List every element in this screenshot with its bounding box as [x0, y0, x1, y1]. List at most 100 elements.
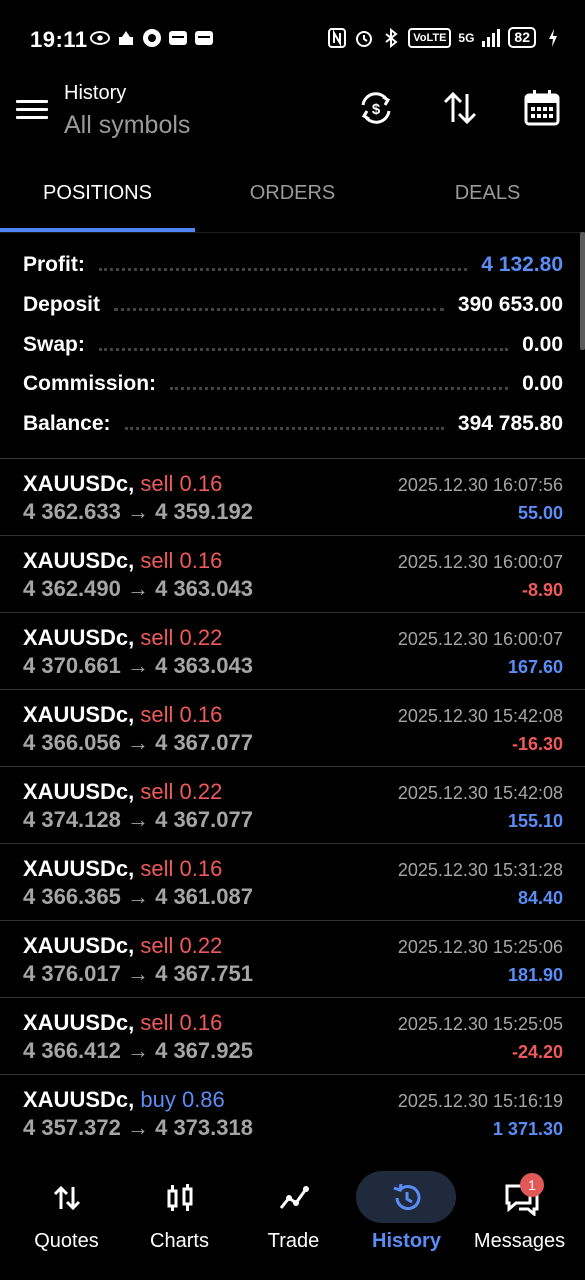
- positions-list: XAUUSDc, sell 0.16 4 362.633 → 4 359.192…: [0, 459, 585, 1151]
- notification-icons: [90, 28, 214, 48]
- quotes-arrows-icon: [51, 1182, 83, 1214]
- deal-profit: 84.40: [517, 888, 563, 908]
- balance-value: 394 785.80: [457, 412, 563, 435]
- menu-button[interactable]: [16, 96, 48, 124]
- symbol-text: XAUUSDc,: [23, 625, 135, 650]
- tab-positions[interactable]: POSITIONS: [0, 182, 195, 205]
- swap-label: Swap:: [23, 333, 85, 356]
- deal-symbol: XAUUSDc, sell 0.16: [23, 548, 222, 574]
- bottom-navigation: Quotes Charts Trade History Messages: [0, 1160, 585, 1280]
- messages-badge: 1: [520, 1173, 544, 1197]
- dot-leader: [98, 260, 468, 271]
- deal-prices: 4 370.661 → 4 363.043: [23, 653, 253, 678]
- deposit-label: Deposit: [23, 293, 101, 316]
- chat-app-icon: [142, 28, 162, 48]
- system-icons: VoLTE 5G 82: [327, 27, 563, 48]
- status-time: 19:11: [30, 27, 88, 52]
- deal-time: 2025.12.30 15:25:06: [397, 937, 563, 957]
- eye-icon: [90, 28, 110, 48]
- deal-time: 2025.12.30 16:00:07: [397, 629, 563, 649]
- deal-symbol: XAUUSDc, sell 0.16: [23, 1010, 222, 1036]
- deal-profit: 181.90: [507, 965, 563, 985]
- calendar-icon[interactable]: [522, 88, 562, 128]
- svg-text:$: $: [372, 101, 381, 118]
- commission-label: Commission:: [23, 372, 157, 395]
- summary-row-swap: Swap: 0.00: [23, 325, 563, 365]
- nav-quotes[interactable]: Quotes: [8, 1160, 125, 1280]
- deal-time: 2025.12.30 16:07:56: [397, 475, 563, 495]
- balance-label: Balance:: [23, 412, 111, 435]
- symbol-text: XAUUSDc,: [23, 548, 135, 573]
- deal-time: 2025.12.30 15:25:05: [397, 1014, 563, 1034]
- dot-leader: [124, 419, 444, 430]
- deal-time: 2025.12.30 16:00:07: [397, 552, 563, 572]
- symbol-text: XAUUSDc,: [23, 1010, 135, 1035]
- profit-label: Profit:: [23, 253, 85, 276]
- symbol-filter[interactable]: All symbols: [64, 111, 190, 140]
- deal-prices: 4 362.490 → 4 363.043: [23, 576, 253, 601]
- volte-badge: VoLTE: [408, 27, 452, 48]
- nav-trade[interactable]: Trade: [235, 1160, 352, 1280]
- list-item[interactable]: XAUUSDc, sell 0.22 4 370.661 → 4 363.043…: [0, 613, 585, 690]
- nfc-icon: [327, 27, 347, 48]
- deal-type: sell 0.22: [140, 625, 223, 650]
- deal-prices: 4 366.056 → 4 367.077: [23, 730, 253, 755]
- deal-prices: 4 376.017 → 4 367.751: [23, 961, 253, 986]
- list-item[interactable]: XAUUSDc, sell 0.16 4 362.633 → 4 359.192…: [0, 459, 585, 536]
- dot-leader: [170, 379, 509, 390]
- nav-charts[interactable]: Charts: [121, 1160, 238, 1280]
- tab-orders[interactable]: ORDERS: [195, 182, 390, 205]
- history-clock-icon: [391, 1182, 423, 1214]
- profit-value: 4 132.80: [481, 253, 563, 276]
- deal-symbol: XAUUSDc, buy 0.86: [23, 1087, 225, 1113]
- deal-prices: 4 374.128 → 4 367.077: [23, 807, 253, 832]
- deal-profit: 155.10: [507, 811, 563, 831]
- symbol-text: XAUUSDc,: [23, 702, 135, 727]
- deal-profit: -16.30: [511, 734, 563, 754]
- nav-history[interactable]: History: [348, 1160, 465, 1280]
- deal-time: 2025.12.30 15:42:08: [397, 783, 563, 803]
- app-notification-icon: [116, 28, 136, 48]
- nav-messages[interactable]: Messages: [461, 1160, 578, 1280]
- deal-time: 2025.12.30 15:42:08: [397, 706, 563, 726]
- menu-icon-line: [16, 108, 48, 111]
- deal-symbol: XAUUSDc, sell 0.16: [23, 471, 222, 497]
- deal-type: sell 0.22: [140, 933, 223, 958]
- symbol-text: XAUUSDc,: [23, 856, 135, 881]
- history-tabs: POSITIONS ORDERS DEALS: [0, 160, 585, 233]
- bluetooth-icon: [381, 27, 401, 48]
- list-item[interactable]: XAUUSDc, buy 0.86 4 357.372 → 4 373.318 …: [0, 1075, 585, 1151]
- tab-deals[interactable]: DEALS: [390, 182, 585, 205]
- nav-label: Quotes: [34, 1230, 99, 1252]
- list-item[interactable]: XAUUSDc, sell 0.16 4 362.490 → 4 363.043…: [0, 536, 585, 613]
- deal-type: sell 0.16: [140, 1010, 223, 1035]
- deal-type: sell 0.16: [140, 471, 223, 496]
- list-item[interactable]: XAUUSDc, sell 0.16 4 366.412 → 4 367.925…: [0, 998, 585, 1075]
- sort-icon[interactable]: [440, 88, 480, 128]
- deal-type: sell 0.22: [140, 779, 223, 804]
- deal-profit: 167.60: [507, 657, 563, 677]
- top-app-bar: History All symbols $: [0, 78, 585, 158]
- account-summary: Profit: 4 132.80 Deposit 390 653.00 Swap…: [0, 240, 585, 459]
- deal-type: buy 0.86: [140, 1087, 225, 1112]
- list-item[interactable]: XAUUSDc, sell 0.22 4 376.017 → 4 367.751…: [0, 921, 585, 998]
- list-item[interactable]: XAUUSDc, sell 0.22 4 374.128 → 4 367.077…: [0, 767, 585, 844]
- deal-prices: 4 362.633 → 4 359.192: [23, 499, 253, 524]
- currency-exchange-icon[interactable]: $: [356, 88, 396, 128]
- deal-type: sell 0.16: [140, 548, 223, 573]
- charging-icon: [543, 28, 563, 48]
- network-type: 5G: [458, 30, 475, 45]
- nav-label: Trade: [267, 1230, 320, 1252]
- summary-row-balance: Balance: 394 785.80: [23, 404, 563, 444]
- mail-icon-2: [194, 28, 214, 48]
- symbol-text: XAUUSDc,: [23, 1087, 135, 1112]
- commission-value: 0.00: [522, 372, 563, 395]
- deal-symbol: XAUUSDc, sell 0.22: [23, 779, 222, 805]
- dot-leader: [114, 300, 444, 311]
- summary-row-profit: Profit: 4 132.80: [23, 245, 563, 285]
- deal-profit: -8.90: [521, 580, 563, 600]
- list-item[interactable]: XAUUSDc, sell 0.16 4 366.365 → 4 361.087…: [0, 844, 585, 921]
- deal-prices: 4 357.372 → 4 373.318: [23, 1115, 253, 1140]
- list-item[interactable]: XAUUSDc, sell 0.16 4 366.056 → 4 367.077…: [0, 690, 585, 767]
- swap-value: 0.00: [522, 333, 563, 356]
